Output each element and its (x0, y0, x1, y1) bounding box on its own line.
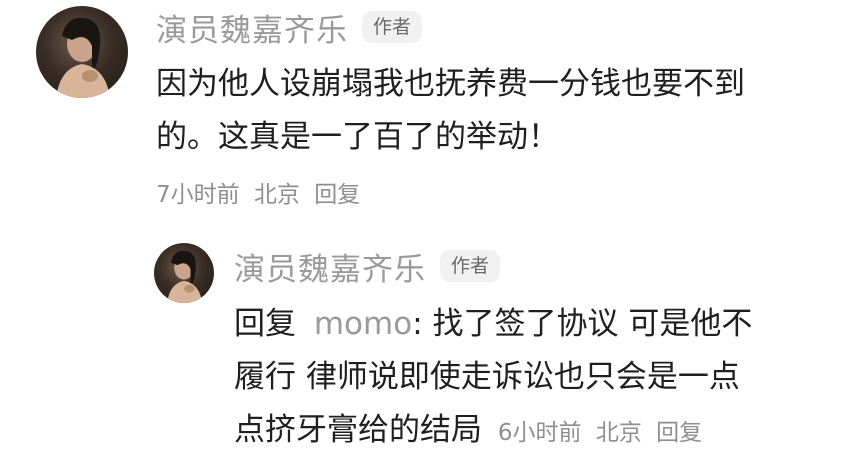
author-badge: 作者 (362, 11, 423, 43)
reply-text-line: 履行 律师说即使走诉讼也只会是一点 (234, 359, 740, 395)
avatar-image (56, 17, 110, 98)
comment-text-line: 因为他人设崩塌我也抚养费一分钱也要不到 (156, 66, 745, 102)
avatar[interactable] (36, 6, 128, 98)
comment-text: 因为他人设崩塌我也抚养费一分钱也要不到 的。这真是一了百了的举动！ (156, 58, 745, 164)
reply-prefix: 回复 (234, 306, 296, 342)
author-name[interactable]: 演员魏嘉齐乐 (234, 244, 426, 289)
avatar[interactable] (154, 243, 214, 303)
comment-header: 演员魏嘉齐乐 作者 (156, 5, 423, 50)
comment-text-line: 的。这真是一了百了的举动！ (156, 119, 559, 155)
comment-item: 演员魏嘉齐乐 作者 因为他人设崩塌我也抚养费一分钱也要不到 的。这真是一了百了的… (0, 0, 850, 230)
avatar-image (167, 250, 203, 303)
reply-text-line: 点挤牙膏给的结局 6小时前 北京 回复 (234, 404, 752, 460)
reply-time: 6小时前 (497, 420, 582, 446)
reply-text: 回复 momo: 找了签了协议 可是他不 履行 律师说即使走诉讼也只会是一点 点… (234, 298, 752, 460)
comment-meta: 7小时前 北京 回复 (156, 175, 367, 209)
reply-item: 演员魏嘉齐乐 作者 回复 momo: 找了签了协议 可是他不 履行 律师说即使走… (0, 230, 850, 458)
reply-button[interactable]: 回复 (314, 182, 360, 208)
author-badge: 作者 (440, 250, 501, 282)
reply-text-part: 点挤牙膏给的结局 (234, 412, 482, 448)
comment-time: 7小时前 (156, 182, 240, 208)
reply-location: 北京 (595, 420, 642, 446)
mention-link[interactable]: momo (314, 306, 412, 342)
reply-text-line: 回复 momo: 找了签了协议 可是他不 (234, 298, 752, 351)
comment-location: 北京 (253, 182, 300, 208)
reply-text-part: : 找了签了协议 可是他不 (412, 306, 753, 342)
author-name[interactable]: 演员魏嘉齐乐 (156, 5, 348, 50)
reply-button[interactable]: 回复 (656, 420, 702, 446)
reply-header: 演员魏嘉齐乐 作者 (234, 244, 501, 289)
reply-meta: 6小时前 北京 回复 (498, 420, 709, 446)
